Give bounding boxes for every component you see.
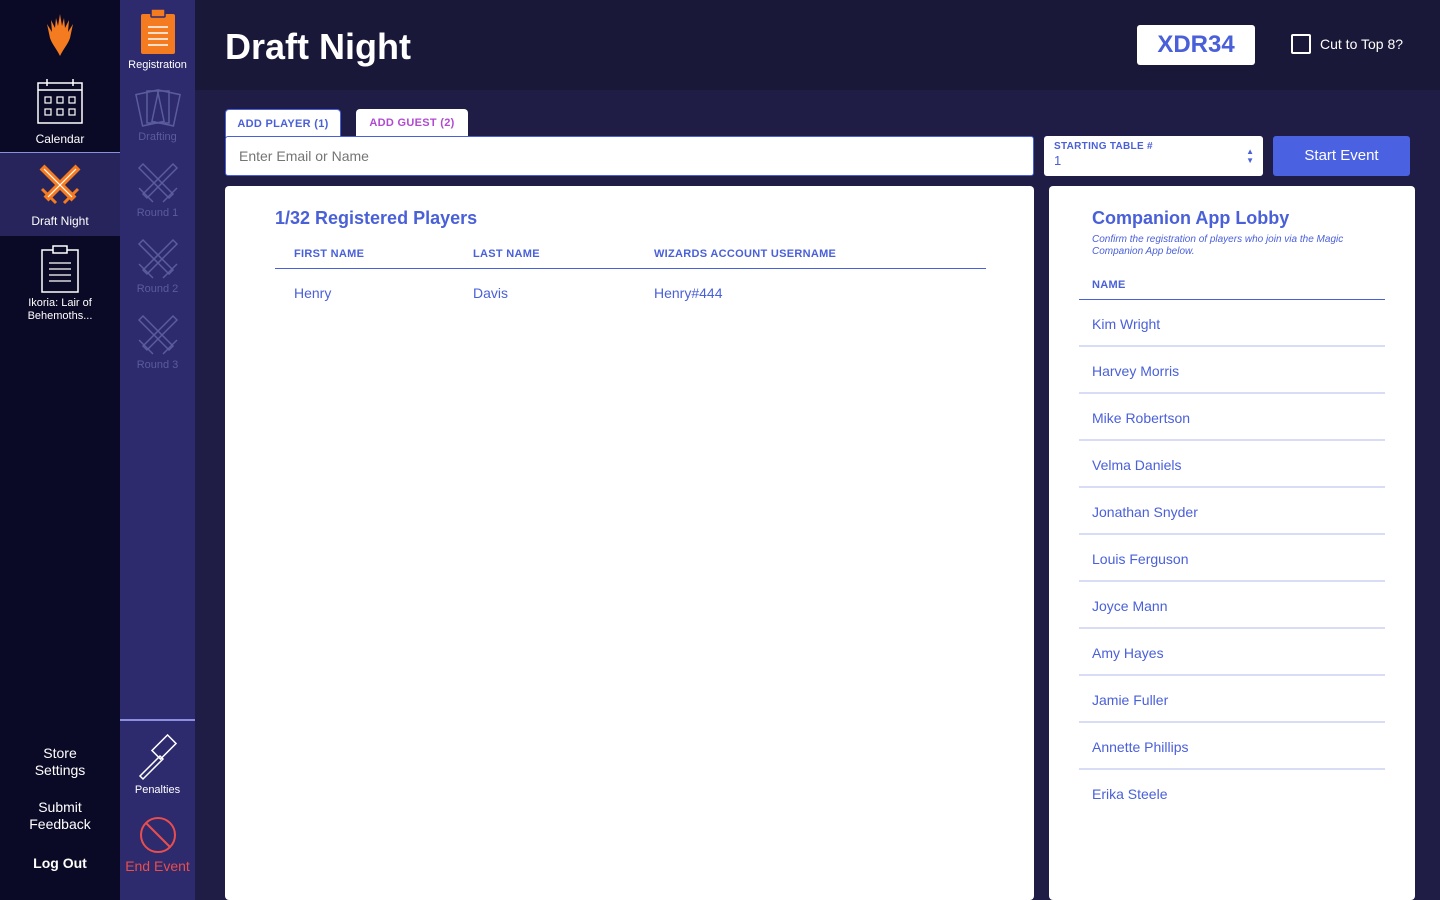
lobby-column-header: NAME: [1079, 279, 1385, 300]
event-code-badge: XDR34: [1137, 25, 1255, 65]
companion-lobby-panel: Companion App Lobby Confirm the registra…: [1049, 186, 1415, 900]
username-cell: Henry#444: [654, 285, 723, 301]
prohibited-icon: [139, 817, 176, 853]
planeswalker-logo-icon[interactable]: [42, 12, 78, 58]
nav-item-ikoria[interactable]: Ikoria: Lair of Behemoths...: [0, 245, 120, 325]
crossed-swords-outline-icon: [137, 314, 178, 355]
nav-item-label: Draft Night: [31, 214, 89, 228]
cut-to-top8-toggle[interactable]: Cut to Top 8?: [1291, 34, 1403, 54]
starting-table-value: 1: [1054, 153, 1062, 168]
tab-add-player[interactable]: ADD PLAYER (1): [225, 109, 341, 137]
crossed-swords-outline-icon: [137, 162, 178, 203]
cards-icon: [134, 89, 181, 127]
nav-item-draft-night[interactable]: Draft Night: [0, 153, 120, 236]
column-header: FIRST NAME: [294, 248, 365, 260]
list-item[interactable]: Erika Steele: [1079, 770, 1385, 817]
penalties-button[interactable]: Penalties: [120, 734, 195, 796]
first-name-cell: Henry: [294, 285, 332, 301]
event-header: Draft Night XDR34 Cut to Top 8?: [195, 0, 1440, 90]
nav-item-calendar[interactable]: Calendar: [0, 78, 120, 152]
stage-label: Round 2: [136, 283, 179, 295]
checkbox[interactable]: [1291, 34, 1311, 54]
logout-link[interactable]: Log Out: [0, 855, 120, 872]
stepper-arrows-icon: ▲ ▼: [1246, 147, 1254, 165]
clipboard-icon: [41, 245, 79, 293]
registered-players-title: 1/32 Registered Players: [275, 208, 478, 228]
calendar-icon: [37, 79, 83, 124]
rail-divider: [120, 719, 195, 721]
stage-registration[interactable]: Registration: [120, 8, 195, 71]
player-search-input[interactable]: [225, 136, 1034, 176]
nav-item-label: Calendar: [35, 132, 85, 146]
last-name-cell: Davis: [473, 285, 509, 301]
cut-to-top8-label: Cut to Top 8?: [1320, 36, 1404, 52]
crossed-swords-outline-icon: [137, 238, 178, 279]
column-header: LAST NAME: [473, 248, 540, 260]
stage-label: Round 1: [136, 207, 179, 219]
list-item[interactable]: Louis Ferguson: [1079, 535, 1385, 582]
list-item[interactable]: Jamie Fuller: [1079, 676, 1385, 723]
players-table-header: FIRST NAME LAST NAME WIZARDS ACCOUNT USE…: [275, 248, 986, 269]
tab-add-guest[interactable]: ADD GUEST (2): [356, 109, 468, 137]
list-item[interactable]: Velma Daniels: [1079, 441, 1385, 488]
list-item[interactable]: Jonathan Snyder: [1079, 488, 1385, 535]
list-item[interactable]: Annette Phillips: [1079, 723, 1385, 770]
primary-nav: Calendar Draft Night Ikoria: Lair of Beh…: [0, 0, 120, 900]
crossed-swords-icon: [39, 164, 81, 205]
list-item[interactable]: Harvey Morris: [1079, 347, 1385, 394]
registration-clipboard-icon: [140, 8, 175, 54]
stage-round-3: Round 3: [120, 312, 195, 371]
registered-players-panel: 1/32 Registered Players FIRST NAME LAST …: [225, 186, 1034, 900]
list-item[interactable]: Mike Robertson: [1079, 394, 1385, 441]
stage-label: Round 3: [136, 359, 179, 371]
stage-round-1: Round 1: [120, 160, 195, 219]
stage-label: Registration: [128, 59, 187, 71]
starting-table-select[interactable]: STARTING TABLE # 1 ▲ ▼: [1044, 136, 1263, 176]
lobby-title: Companion App Lobby: [1092, 208, 1290, 228]
list-item[interactable]: Amy Hayes: [1079, 629, 1385, 676]
stage-label: End Event: [125, 858, 190, 874]
nav-item-label: Ikoria: Lair of Behemoths...: [27, 297, 93, 322]
list-item[interactable]: Joyce Mann: [1079, 582, 1385, 629]
stage-label: Penalties: [134, 784, 181, 796]
start-event-button[interactable]: Start Event: [1273, 136, 1410, 176]
event-stage-rail: Registration Drafting Round 1 Round 2 Ro…: [120, 0, 195, 900]
stage-label: Drafting: [138, 131, 177, 143]
list-item[interactable]: Kim Wright: [1079, 300, 1385, 347]
gavel-icon: [138, 734, 177, 781]
stage-round-2: Round 2: [120, 236, 195, 295]
store-settings-link[interactable]: Store Settings: [0, 745, 120, 779]
lobby-list: Kim Wright Harvey Morris Mike Robertson …: [1079, 300, 1385, 817]
end-event-button[interactable]: End Event: [120, 816, 195, 874]
starting-table-label: STARTING TABLE #: [1054, 141, 1153, 152]
column-header: WIZARDS ACCOUNT USERNAME: [654, 248, 837, 260]
submit-feedback-link[interactable]: Submit Feedback: [0, 799, 120, 833]
page-title: Draft Night: [225, 26, 411, 67]
lobby-subtitle: Confirm the registration of players who …: [1092, 234, 1344, 257]
stage-drafting: Drafting: [120, 88, 195, 143]
